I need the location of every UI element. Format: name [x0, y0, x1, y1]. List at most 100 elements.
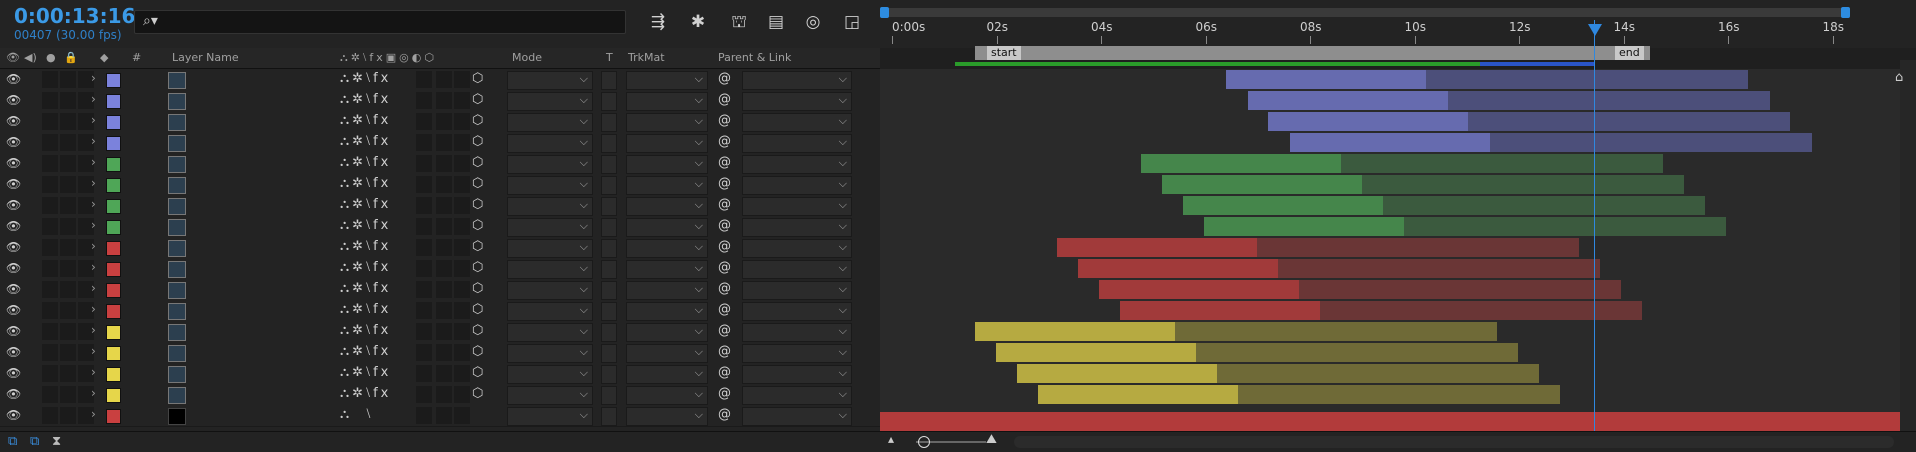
trkmat-dropdown[interactable]: ⌵ — [626, 260, 708, 279]
pick-whip-icon[interactable]: @ — [718, 239, 731, 254]
graph-editor-icon[interactable]: ◲ — [840, 10, 864, 34]
layer-switches[interactable]: ⛬✲⧵fx — [340, 71, 391, 86]
layer-row[interactable]: 👁 › ⛬✲⧵fx ⬡ ⌵ ⌵ @ ⌵ — [0, 174, 880, 196]
layer-row[interactable]: 👁 › ⛬✲⧵fx ⬡ ⌵ ⌵ @ ⌵ — [0, 342, 880, 364]
expand-arrow-icon[interactable]: › — [91, 323, 96, 337]
zoom-in-icon[interactable]: ⛰ — [986, 432, 997, 447]
preserve-transparency-toggle[interactable] — [601, 92, 617, 111]
preserve-transparency-toggle[interactable] — [601, 302, 617, 321]
adjustment-toggle[interactable] — [416, 134, 432, 151]
pick-whip-icon[interactable]: @ — [718, 260, 731, 275]
mode-dropdown[interactable]: ⌵ — [507, 218, 593, 237]
solo-toggle[interactable] — [60, 239, 76, 256]
trkmat-dropdown[interactable]: ⌵ — [626, 407, 708, 426]
solo-toggle[interactable] — [60, 176, 76, 193]
adjustment-toggle[interactable] — [416, 323, 432, 340]
motion-blur-toggle[interactable] — [436, 281, 452, 298]
marker-start[interactable]: start — [987, 46, 1021, 60]
current-time[interactable]: 0:00:13:16 — [14, 4, 135, 28]
toggle-switches-icon[interactable]: ⧉ — [8, 434, 17, 449]
3d-toggle[interactable] — [454, 176, 470, 193]
mode-dropdown[interactable]: ⌵ — [507, 344, 593, 363]
audio-toggle[interactable] — [42, 113, 58, 130]
layer-switches[interactable]: ⛬ ⧵ — [340, 407, 373, 422]
expand-arrow-icon[interactable]: › — [91, 281, 96, 295]
pick-whip-icon[interactable]: @ — [718, 323, 731, 338]
layer-switches[interactable]: ⛬✲⧵fx — [340, 323, 391, 338]
3d-layer-icon[interactable]: ⬡ — [472, 344, 483, 359]
motion-blur-toggle[interactable] — [436, 134, 452, 151]
label-color-swatch[interactable] — [106, 241, 121, 256]
trkmat-dropdown[interactable]: ⌵ — [626, 344, 708, 363]
layer-switches[interactable]: ⛬✲⧵fx — [340, 218, 391, 233]
3d-layer-icon[interactable]: ⬡ — [472, 365, 483, 380]
preserve-transparency-toggle[interactable] — [601, 260, 617, 279]
label-color-swatch[interactable] — [106, 367, 121, 382]
solo-toggle[interactable] — [60, 260, 76, 277]
motion-blur-toggle[interactable] — [436, 197, 452, 214]
layer-duration-bar[interactable] — [1120, 301, 1642, 320]
timeline-horizontal-scrollbar[interactable] — [1014, 436, 1894, 448]
lock-icon[interactable]: 🔒 — [64, 51, 78, 64]
3d-layer-icon[interactable]: ⬡ — [472, 197, 483, 212]
layer-duration-bar[interactable] — [1183, 196, 1705, 215]
3d-toggle[interactable] — [454, 92, 470, 109]
layer-duration-bar[interactable] — [1078, 259, 1600, 278]
motion-blur-toggle[interactable] — [436, 113, 452, 130]
motion-blur-toggle[interactable] — [436, 239, 452, 256]
audio-icon[interactable]: ◀) — [24, 51, 37, 64]
expand-arrow-icon[interactable]: › — [91, 365, 96, 379]
eye-icon[interactable]: 👁 — [6, 240, 22, 254]
audio-toggle[interactable] — [42, 92, 58, 109]
layer-row[interactable]: 👁 › ⛬✲⧵fx ⬡ ⌵ ⌵ @ ⌵ — [0, 300, 880, 322]
motion-blur-toggle[interactable] — [436, 344, 452, 361]
layer-row[interactable]: 👁 › ⛬✲⧵fx ⬡ ⌵ ⌵ @ ⌵ — [0, 363, 880, 385]
preserve-transparency-toggle[interactable] — [601, 134, 617, 153]
layer-switches[interactable]: ⛬✲⧵fx — [340, 365, 391, 380]
layer-row[interactable]: 👁 › ⛬✲⧵fx ⬡ ⌵ ⌵ @ ⌵ — [0, 258, 880, 280]
motion-blur-toggle[interactable] — [436, 260, 452, 277]
layer-duration-bar[interactable] — [1057, 238, 1579, 257]
solo-toggle[interactable] — [60, 344, 76, 361]
frame-blending-icon[interactable]: ▤ — [764, 10, 788, 34]
mode-dropdown[interactable]: ⌵ — [507, 260, 593, 279]
expand-arrow-icon[interactable]: › — [91, 134, 96, 148]
eye-icon[interactable]: 👁 — [6, 387, 22, 401]
mode-dropdown[interactable]: ⌵ — [507, 365, 593, 384]
adjustment-toggle[interactable] — [416, 176, 432, 193]
adjustment-toggle[interactable] — [416, 281, 432, 298]
audio-toggle[interactable] — [42, 239, 58, 256]
solid-layer-bar[interactable] — [880, 412, 1900, 431]
pick-whip-icon[interactable]: @ — [718, 92, 731, 107]
parent-dropdown[interactable]: ⌵ — [742, 113, 852, 132]
layer-row[interactable]: 👁 › ⛬✲⧵fx ⬡ ⌵ ⌵ @ ⌵ — [0, 132, 880, 154]
label-icon[interactable]: ◆ — [100, 51, 108, 64]
eye-icon[interactable]: 👁 — [6, 51, 20, 64]
solo-toggle[interactable] — [60, 92, 76, 109]
mode-dropdown[interactable]: ⌵ — [507, 113, 593, 132]
eye-icon[interactable]: 👁 — [6, 198, 22, 212]
parent-dropdown[interactable]: ⌵ — [742, 323, 852, 342]
expand-arrow-icon[interactable]: › — [91, 155, 96, 169]
expand-arrow-icon[interactable]: › — [91, 71, 96, 85]
label-color-swatch[interactable] — [106, 262, 121, 277]
layer-duration-bar[interactable] — [1162, 175, 1684, 194]
layer-duration-bar[interactable] — [1204, 217, 1726, 236]
preserve-transparency-toggle[interactable] — [601, 197, 617, 216]
mode-dropdown[interactable]: ⌵ — [507, 386, 593, 405]
audio-toggle[interactable] — [42, 176, 58, 193]
audio-toggle[interactable] — [42, 197, 58, 214]
preserve-transparency-toggle[interactable] — [601, 176, 617, 195]
expand-arrow-icon[interactable]: › — [91, 176, 96, 190]
trkmat-dropdown[interactable]: ⌵ — [626, 323, 708, 342]
expand-arrow-icon[interactable]: › — [91, 113, 96, 127]
solo-toggle[interactable] — [60, 134, 76, 151]
parent-dropdown[interactable]: ⌵ — [742, 260, 852, 279]
layer-switches[interactable]: ⛬✲⧵fx — [340, 92, 391, 107]
trkmat-dropdown[interactable]: ⌵ — [626, 239, 708, 258]
expand-arrow-icon[interactable]: › — [91, 386, 96, 400]
solo-toggle[interactable] — [60, 155, 76, 172]
mode-dropdown[interactable]: ⌵ — [507, 134, 593, 153]
shy-layers-icon[interactable]: ⛫ — [727, 10, 751, 34]
zoom-out-icon[interactable]: ▴ — [888, 432, 894, 446]
